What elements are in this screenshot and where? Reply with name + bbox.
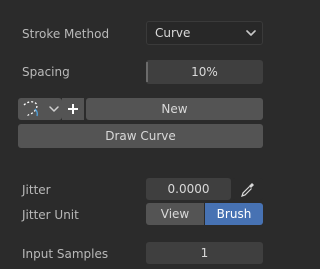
eyedropper-icon bbox=[240, 183, 254, 197]
new-curve-button[interactable]: New bbox=[86, 98, 263, 120]
input-samples-label: Input Samples bbox=[22, 247, 109, 261]
draw-curve-button[interactable]: Draw Curve bbox=[18, 124, 263, 148]
stroke-method-value: Curve bbox=[155, 26, 191, 40]
jitter-value: 0.0000 bbox=[167, 182, 210, 196]
jitter-unit-label: Jitter Unit bbox=[22, 208, 79, 222]
jitter-unit-view-option[interactable]: View bbox=[146, 203, 204, 225]
curve-selector-button[interactable] bbox=[18, 98, 62, 120]
stroke-method-dropdown[interactable]: Curve bbox=[146, 21, 263, 45]
input-samples-value: 1 bbox=[200, 246, 209, 260]
jitter-unit-brush-label: Brush bbox=[216, 207, 252, 221]
stroke-method-label: Stroke Method bbox=[22, 27, 110, 41]
input-samples-field[interactable]: 1 bbox=[146, 242, 263, 264]
jitter-field[interactable]: 0.0000 bbox=[146, 178, 231, 200]
stroke-settings-panel: Stroke Method Curve Spacing 10% New Draw… bbox=[0, 0, 265, 269]
jitter-label: Jitter bbox=[22, 183, 51, 197]
spacing-slider[interactable]: 10% bbox=[146, 60, 263, 84]
draw-curve-label: Draw Curve bbox=[105, 129, 176, 143]
jitter-pressure-toggle[interactable] bbox=[232, 178, 263, 200]
new-curve-label: New bbox=[161, 102, 188, 116]
chevron-down-icon bbox=[49, 106, 59, 112]
plus-icon bbox=[68, 104, 78, 114]
spacing-value: 10% bbox=[191, 65, 218, 79]
curve-icon bbox=[23, 101, 39, 117]
add-curve-button[interactable] bbox=[62, 98, 84, 120]
jitter-unit-view-label: View bbox=[160, 207, 190, 221]
spacing-slider-fill bbox=[146, 62, 148, 82]
spacing-label: Spacing bbox=[22, 65, 70, 79]
jitter-unit-brush-option[interactable]: Brush bbox=[205, 203, 263, 225]
chevron-down-icon bbox=[246, 30, 256, 36]
